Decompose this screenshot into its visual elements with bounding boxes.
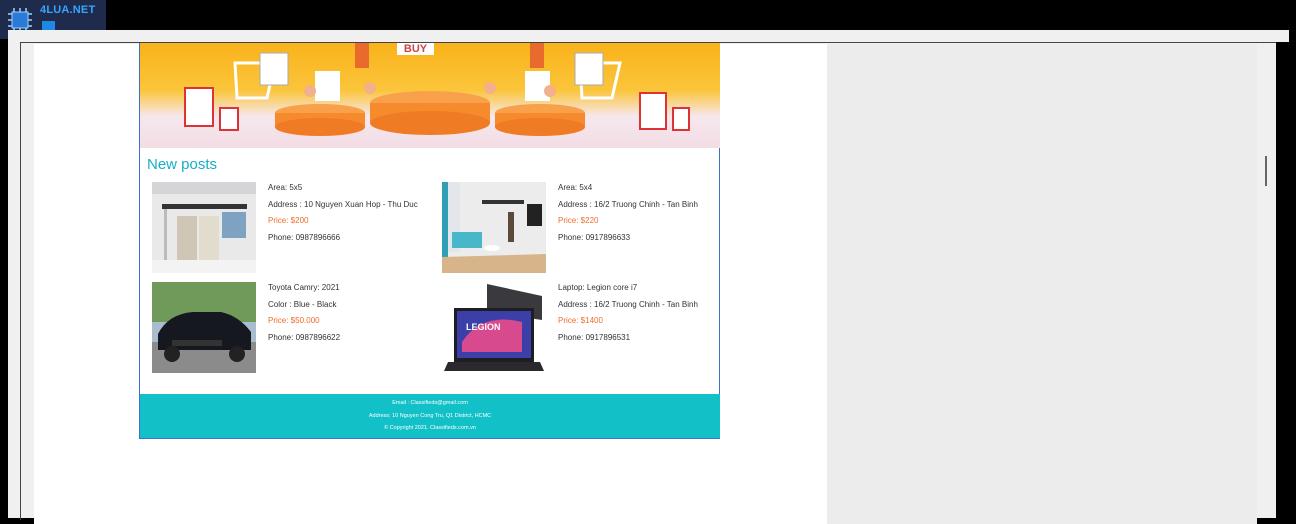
post-info: Area: 5x4 Address : 16/2 Truong Chinh - … bbox=[558, 182, 698, 248]
site-footer: Email : Classifieds@gmail.com Address: 1… bbox=[140, 394, 720, 438]
post-line2: Address : 16/2 Truong Chinh - Tan Binh bbox=[558, 299, 698, 309]
post-info: Area: 5x5 Address : 10 Nguyen Xuan Hop -… bbox=[268, 182, 418, 248]
post-phone: Phone: 0917896633 bbox=[558, 232, 631, 242]
post-line2: Color : Blue - Black bbox=[268, 299, 337, 309]
buy-sign: BUY bbox=[397, 43, 434, 55]
post-line1: Area: 5x5 bbox=[268, 183, 303, 192]
post-image-car[interactable] bbox=[152, 282, 256, 373]
post-line1: Laptop: Legion core i7 bbox=[558, 283, 638, 292]
footer-copyright: © Copyright 2021. Classifieds.com.vn bbox=[384, 425, 476, 431]
section-title: New posts bbox=[147, 156, 218, 173]
classifieds-site: BUY New posts Area: 5x5 Address : 10 Ngu… bbox=[139, 43, 720, 439]
top-bar bbox=[0, 0, 1296, 30]
right-edge bbox=[1276, 42, 1296, 518]
logo-text: 4LUA.NET bbox=[40, 4, 96, 16]
post-phone: Phone: 0987896666 bbox=[268, 232, 341, 242]
post-price: Price: $1400 bbox=[558, 316, 603, 325]
footer-address: Address: 10 Nguyen Cong Tru, Q1 District… bbox=[368, 412, 492, 419]
post-phone: Phone: 0917896531 bbox=[558, 332, 631, 342]
post-image-loft[interactable] bbox=[442, 182, 546, 273]
footer-email: Email : Classifieds@gmail.com bbox=[392, 400, 468, 406]
post-line1: Toyota Camry: 2021 bbox=[268, 283, 340, 292]
shopping-banner: BUY bbox=[140, 43, 720, 148]
post-line2: Address : 10 Nguyen Xuan Hop - Thu Duc bbox=[268, 199, 418, 209]
post-image-laptop[interactable]: LEGION bbox=[442, 282, 546, 373]
post-price: Price: $50.000 bbox=[268, 316, 320, 325]
post-line2: Address : 16/2 Truong Chinh - Tan Binh bbox=[558, 199, 698, 209]
post-price: Price: $220 bbox=[558, 216, 599, 225]
post-phone: Phone: 0987896622 bbox=[268, 332, 341, 342]
laptop-screen-text: LEGION bbox=[466, 322, 501, 332]
post-info: Toyota Camry: 2021 Color : Blue - Black … bbox=[268, 282, 340, 348]
post-line1: Area: 5x4 bbox=[558, 183, 593, 192]
banner-illustration bbox=[184, 43, 690, 136]
post-price: Price: $200 bbox=[268, 216, 309, 225]
post-info: Laptop: Legion core i7 Address : 16/2 Tr… bbox=[558, 282, 698, 348]
page-side-area bbox=[827, 44, 1257, 524]
scrollbar-thumb[interactable] bbox=[1265, 156, 1267, 186]
post-image-room[interactable] bbox=[152, 182, 256, 273]
